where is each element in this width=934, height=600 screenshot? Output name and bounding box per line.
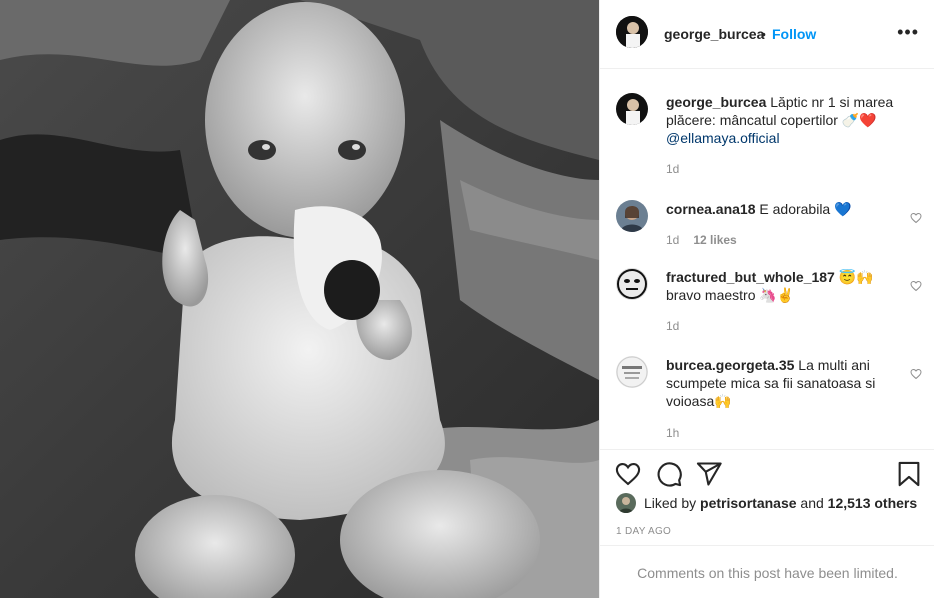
comment-age: 1d <box>666 319 680 333</box>
comment-meta: 1d 12 likes <box>666 233 737 247</box>
comment-username[interactable]: cornea.ana18 <box>666 201 756 217</box>
comment-likes-count[interactable]: 12 likes <box>693 233 736 247</box>
author-avatar[interactable] <box>616 16 648 48</box>
comments-list: george_burcea Lăptic nr 1 si marea plăce… <box>600 69 934 449</box>
post-header: george_burcea • Follow ••• <box>600 0 934 69</box>
likes-prefix: Liked by <box>644 495 701 511</box>
instagram-post-view: george_burcea • Follow ••• george_burcea… <box>0 0 934 598</box>
commenter-avatar[interactable] <box>616 268 648 300</box>
comment-bubble-icon[interactable] <box>655 460 683 488</box>
comment-body: cornea.ana18 E adorabila 💙 <box>666 200 894 218</box>
comments-limited-notice: Comments on this post have been limited. <box>600 545 934 598</box>
caption-username[interactable]: george_burcea <box>666 94 766 110</box>
liker-username[interactable]: petrisortanase <box>700 495 796 511</box>
commenter-avatar[interactable] <box>616 200 648 232</box>
post-date: 1 DAY AGO <box>616 526 672 537</box>
comment-username[interactable]: fractured_but_whole_187 <box>666 269 835 285</box>
likes-middle: and <box>796 495 828 511</box>
baby-photo-image <box>0 0 599 598</box>
comment-like-heart-icon[interactable] <box>910 280 922 295</box>
comment-body: fractured_but_whole_187 😇🙌 bravo maestro… <box>666 268 894 304</box>
caption-mention-link[interactable]: @ellamaya.official <box>666 130 780 146</box>
likes-text: Liked by petrisortanase and 12,513 other… <box>644 495 934 511</box>
comment-username[interactable]: burcea.georgeta.35 <box>666 357 794 373</box>
caption-avatar[interactable] <box>616 93 648 125</box>
liker-avatar[interactable] <box>616 493 636 513</box>
post-photo[interactable] <box>0 0 599 598</box>
caption-age: 1d <box>666 162 680 176</box>
share-paper-plane-icon[interactable] <box>695 460 723 488</box>
comment-text-line2: bravo maestro 🦄✌️ <box>666 287 795 303</box>
author-username[interactable]: george_burcea <box>664 26 764 42</box>
comment-age: 1h <box>666 426 680 440</box>
likes-count-link[interactable]: 12,513 others <box>828 495 918 511</box>
comment-like-heart-icon[interactable] <box>910 368 922 383</box>
comment-text: E adorabila 💙 <box>759 201 852 217</box>
like-heart-icon[interactable] <box>614 460 642 488</box>
commenter-avatar[interactable] <box>616 356 648 388</box>
comment-like-heart-icon[interactable] <box>910 212 922 227</box>
follow-button[interactable]: Follow <box>772 26 816 42</box>
more-options-icon[interactable]: ••• <box>897 22 919 43</box>
comment-age: 1d <box>666 233 680 247</box>
caption-body: george_burcea Lăptic nr 1 si marea plăce… <box>666 93 894 147</box>
save-bookmark-icon[interactable] <box>895 460 923 488</box>
separator-dot: • <box>761 26 766 42</box>
comment-body: burcea.georgeta.35 La multi ani scumpete… <box>666 356 894 410</box>
post-side-panel: george_burcea • Follow ••• george_burcea… <box>599 0 934 598</box>
comment-text: 😇🙌 <box>838 269 874 285</box>
